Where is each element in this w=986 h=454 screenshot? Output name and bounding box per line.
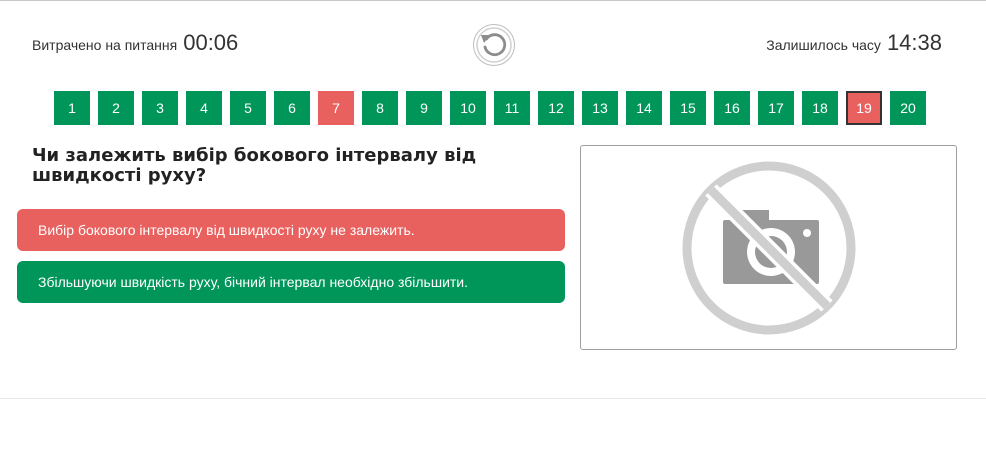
question-nav-button-17[interactable]: 17 xyxy=(758,91,794,125)
question-nav-button-11[interactable]: 11 xyxy=(494,91,530,125)
no-photo-icon xyxy=(682,161,855,334)
question-text: Чи залежить вибір бокового інтервалу від… xyxy=(32,145,477,186)
question-nav-button-14[interactable]: 14 xyxy=(626,91,662,125)
question-nav-button-4[interactable]: 4 xyxy=(186,91,222,125)
question-nav-button-8[interactable]: 8 xyxy=(362,91,398,125)
question-nav-button-1[interactable]: 1 xyxy=(54,91,90,125)
test-page: Витрачено на питання 00:06 Залишилось ча… xyxy=(0,0,986,454)
bottom-divider xyxy=(0,398,986,399)
question-nav-button-7[interactable]: 7 xyxy=(318,91,354,125)
question-nav-button-2[interactable]: 2 xyxy=(98,91,134,125)
question-nav-button-16[interactable]: 16 xyxy=(714,91,750,125)
time-remaining: Залишилось часу 14:38 xyxy=(766,30,942,56)
question-nav-button-13[interactable]: 13 xyxy=(582,91,618,125)
question-nav-button-19[interactable]: 19 xyxy=(846,91,882,125)
answer-option-2[interactable]: Збільшуючи швидкість руху, бічний інтерв… xyxy=(17,261,565,303)
time-spent: Витрачено на питання 00:06 xyxy=(32,30,238,56)
restart-button[interactable] xyxy=(473,24,515,66)
answer-option-1-text: Вибір бокового інтервалу від швидкості р… xyxy=(38,222,415,238)
question-nav-button-6[interactable]: 6 xyxy=(274,91,310,125)
question-nav-button-12[interactable]: 12 xyxy=(538,91,574,125)
question-nav-button-10[interactable]: 10 xyxy=(450,91,486,125)
answer-option-2-text: Збільшуючи швидкість руху, бічний інтерв… xyxy=(38,274,469,290)
time-remaining-value: 14:38 xyxy=(886,30,942,55)
question-nav-button-15[interactable]: 15 xyxy=(670,91,706,125)
question-navigation: 1 2 3 4 5 6 7 8 9 10 11 12 13 14 15 16 17 18 19 20 xyxy=(54,91,926,125)
time-remaining-label: Залишилось часу xyxy=(766,37,881,53)
header: Витрачено на питання 00:06 Залишилось ча… xyxy=(0,22,986,66)
time-spent-label: Витрачено на питання xyxy=(32,37,178,53)
question-image xyxy=(580,145,957,350)
answer-option-1[interactable]: Вибір бокового інтервалу від швидкості р… xyxy=(17,209,565,251)
question-nav-button-5[interactable]: 5 xyxy=(230,91,266,125)
question-nav-button-18[interactable]: 18 xyxy=(802,91,838,125)
question-nav-button-20[interactable]: 20 xyxy=(890,91,926,125)
question-nav-button-9[interactable]: 9 xyxy=(406,91,442,125)
top-divider xyxy=(0,0,986,1)
restart-icon xyxy=(476,27,512,63)
time-spent-value: 00:06 xyxy=(183,30,239,55)
question-nav-button-3[interactable]: 3 xyxy=(142,91,178,125)
